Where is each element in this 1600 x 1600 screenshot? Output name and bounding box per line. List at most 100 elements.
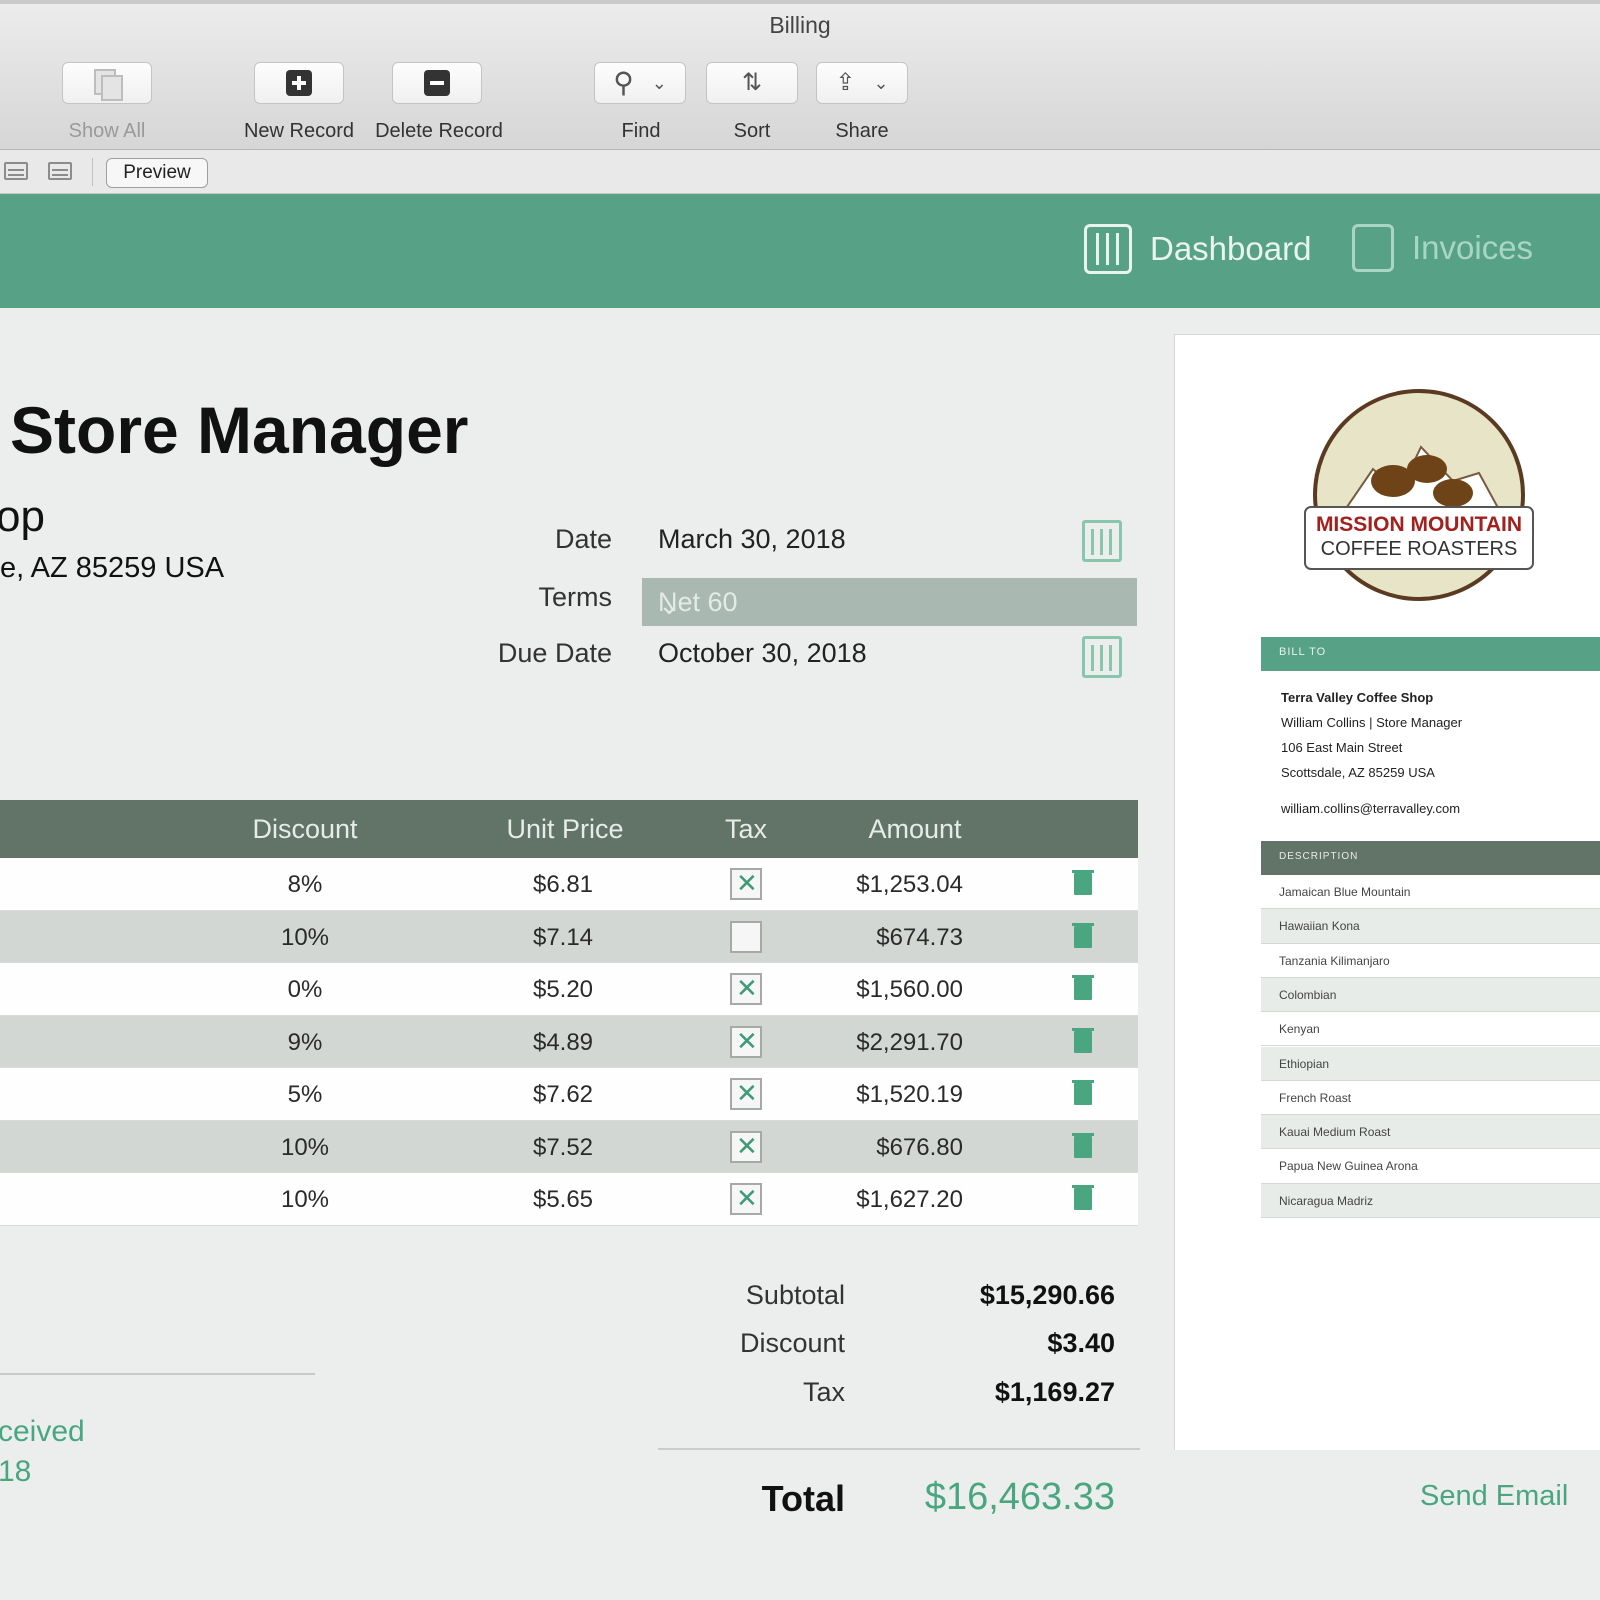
preview-item-label: Papua New Guinea Arona [1279,1159,1418,1174]
tax-checkbox[interactable] [730,1183,762,1215]
share-icon: ⇪ [835,69,856,96]
plus-icon [286,70,312,96]
show-all-button[interactable] [62,62,152,104]
cell-discount[interactable]: 9% [245,1029,365,1057]
trash-icon[interactable] [1072,1185,1094,1210]
preview-item-row: Hawaiian Kona [1261,909,1600,944]
cell-discount[interactable]: 0% [245,976,365,1004]
cell-discount[interactable]: 10% [245,924,365,952]
sort-icon: ⇅ [741,69,763,96]
cell-unit-price[interactable]: $7.14 [503,924,623,952]
list-view-icon[interactable] [4,162,28,180]
trash-icon[interactable] [1072,922,1094,948]
trash-icon[interactable] [1072,975,1094,1000]
company-logo: MISSION MOUNTAIN COFFEE ROASTERS [1304,389,1534,601]
sort-button[interactable]: ⇅ [706,62,798,104]
show-all-label: Show All [68,120,146,142]
logo-line2: COFFEE ROASTERS [1321,538,1518,560]
total-value: $16,463.33 [924,1476,1115,1518]
sort-label: Sort [733,120,771,142]
cell-unit-price[interactable]: $5.20 [503,976,623,1004]
find-label: Find [621,120,661,142]
dashboard-icon [1084,224,1132,274]
payment-divider [0,1373,315,1375]
preview-item-label: Tanzania Kilimanjaro [1279,953,1390,968]
total-label: Total [761,1478,845,1519]
delete-record-button[interactable] [392,62,482,104]
preview-item-row: Jamaican Blue Mountain [1261,875,1600,910]
table-row[interactable]: 8% $6.81 $1,253.04 [0,858,1138,911]
table-row[interactable]: 10% $7.14 $674.73 [0,910,1138,963]
new-record-button[interactable] [254,62,344,104]
trash-icon[interactable] [1072,1132,1094,1158]
invoice-icon [1352,224,1394,272]
column-amount: Amount [868,814,962,844]
line-items-table: Discount Unit Price Tax Amount 8% $6.81 $1… [0,800,1138,1226]
preview-item-label: Nicaragua Madriz [1279,1193,1374,1208]
bill-to-contact: William Collins | Store Manager [1281,715,1463,730]
layout-toolbar: Preview [0,150,1600,194]
tax-checkbox[interactable] [730,1078,762,1110]
calendar-icon[interactable] [1082,636,1122,678]
payment-status: ceived [0,1415,85,1448]
table-row[interactable]: 0% $5.20 $1,560.00 [0,963,1138,1016]
bill-to-label: BILL TO [1279,646,1327,658]
cell-discount[interactable]: 8% [245,871,365,899]
cell-amount: $2,291.70 [856,1028,963,1056]
tax-checkbox[interactable] [730,973,762,1005]
share-button[interactable]: ⇪ ⌄ [816,62,908,104]
cell-unit-price[interactable]: $7.62 [503,1081,623,1109]
discount-value: $3.40 [1047,1328,1115,1358]
cell-discount[interactable]: 10% [245,1186,365,1214]
trash-icon[interactable] [1072,1027,1094,1053]
table-row[interactable]: 5% $7.62 $1,520.19 [0,1068,1138,1121]
description-header: DESCRIPTION [1261,841,1600,875]
cell-discount[interactable]: 10% [245,1134,365,1162]
chevron-down-icon: ⌄ [658,590,681,620]
nav-bar: Dashboard Invoices [0,194,1600,308]
cell-discount[interactable]: 5% [245,1081,365,1109]
tax-checkbox[interactable] [730,1130,762,1163]
new-record-label: New Record [243,120,355,142]
preview-item-label: Kenyan [1279,1022,1320,1037]
discount-label: Discount [739,1328,845,1358]
nav-item-invoices[interactable]: Invoices [1352,224,1533,272]
subtotal-value: $15,290.66 [979,1280,1115,1310]
calendar-icon[interactable] [1082,520,1122,562]
preview-item-label: Jamaican Blue Mountain [1279,885,1411,899]
cell-amount: $676.80 [876,1133,963,1161]
tax-checkbox[interactable] [730,920,762,953]
due-date-field[interactable]: October 30, 2018 [658,638,867,669]
terms-label: Terms [538,582,613,612]
cell-unit-price[interactable]: $4.89 [503,1029,623,1057]
table-row[interactable]: 9% $4.89 $2,291.70 [0,1015,1138,1068]
tax-checkbox[interactable] [730,868,762,900]
find-button[interactable]: ⚲ ⌄ [594,62,686,104]
date-field[interactable]: March 30, 2018 [658,524,846,555]
terms-select[interactable]: Net 60 ⌄ [642,578,1137,626]
cell-unit-price[interactable]: $6.81 [503,871,623,899]
trash-icon[interactable] [1072,1080,1094,1105]
preview-button[interactable]: Preview [106,158,208,188]
cell-amount: $1,627.20 [856,1186,963,1213]
cell-amount: $1,560.00 [856,976,963,1003]
table-row[interactable]: 10% $5.65 $1,627.20 [0,1173,1138,1226]
cell-unit-price[interactable]: $7.52 [503,1134,623,1162]
table-view-icon[interactable] [48,162,72,180]
send-email-link[interactable]: Send Email [1420,1480,1568,1513]
cell-amount: $674.73 [876,923,963,951]
table-row[interactable]: 10% $7.52 $676.80 [0,1120,1138,1173]
trash-icon[interactable] [1072,870,1094,895]
preview-item-row: Kauai Medium Roast [1261,1115,1600,1150]
preview-item-row: Papua New Guinea Arona [1261,1149,1600,1184]
toolbar-divider [92,158,93,186]
cell-unit-price[interactable]: $5.65 [503,1186,623,1214]
tax-checkbox[interactable] [730,1025,762,1058]
nav-item-dashboard[interactable]: Dashboard [1084,224,1311,274]
preview-item-label: Colombian [1279,987,1337,1002]
preview-item-row: Colombian [1261,977,1600,1013]
table-header: Discount Unit Price Tax Amount [0,800,1138,858]
bill-to-street: 106 East Main Street [1281,740,1403,755]
bill-to-company: Terra Valley Coffee Shop [1281,690,1434,705]
window-titlebar: Billing Show All New Record Delete Recor… [0,0,1600,150]
